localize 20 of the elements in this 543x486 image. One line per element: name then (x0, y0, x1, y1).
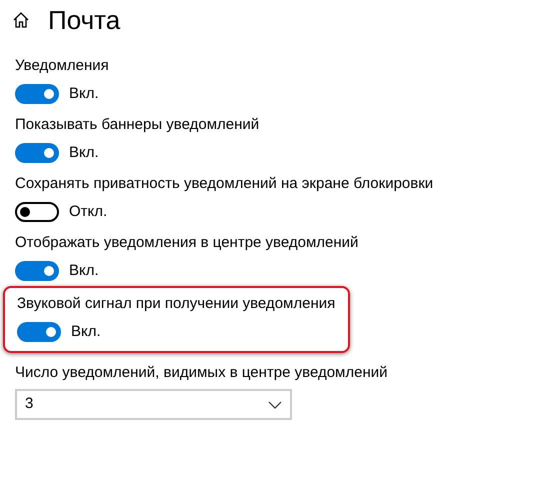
toggle-state-text: Откл. (69, 202, 108, 222)
setting-label: Сохранять приватность уведомлений на экране блокировки (15, 174, 434, 194)
toggle-switch[interactable] (15, 261, 59, 281)
setting-label: Звуковой сигнал при получении уведомления (17, 294, 336, 314)
page-title: Почта (48, 7, 120, 33)
count-dropdown[interactable]: 3 (15, 389, 292, 420)
toggle-switch[interactable] (15, 143, 59, 163)
toggle-switch[interactable] (17, 322, 61, 342)
toggle-switch[interactable] (15, 202, 59, 222)
dropdown-label: Число уведомлений, видимых в центре уведомлений (15, 363, 389, 383)
toggle-state-text: Вкл. (69, 260, 99, 281)
toggle-state-text: Вкл. (69, 142, 99, 163)
setting-label: Показывать баннеры уведомлений (15, 115, 260, 135)
toggle-switch[interactable] (15, 84, 59, 104)
setting-label: Уведомления (15, 56, 110, 76)
toggle-state-text: Вкл. (69, 84, 99, 104)
setting-label: Отображать уведомления в центре уведомлений (15, 233, 360, 253)
toggle-state-text: Вкл. (71, 322, 101, 342)
chevron-down-icon (268, 400, 282, 408)
home-icon[interactable] (12, 11, 30, 29)
